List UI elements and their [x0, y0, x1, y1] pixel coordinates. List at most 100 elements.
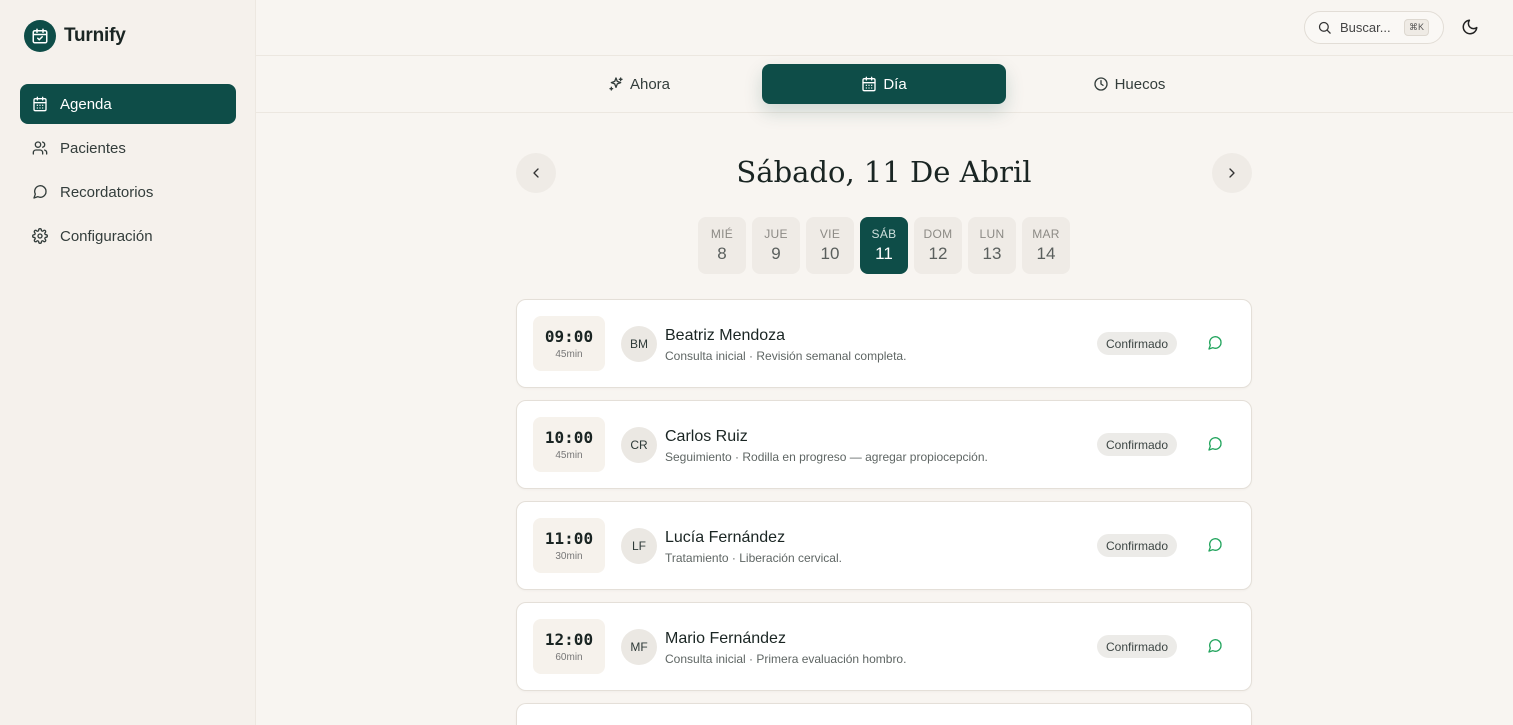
time-slot: 12:00 60min — [533, 619, 605, 674]
status-badge: Confirmado — [1097, 433, 1178, 456]
day-weekday: MAR — [1032, 227, 1060, 241]
tab-label: Ahora — [629, 75, 671, 93]
date-title: Sábado, 11 De Abril — [736, 155, 1032, 189]
day-chip[interactable]: MIÉ 8 — [698, 217, 746, 274]
search-icon — [1318, 21, 1331, 34]
appointment-description: Consulta inicial · Primera evaluación ho… — [665, 652, 907, 666]
day-weekday: DOM — [923, 227, 953, 241]
send-message-button[interactable] — [1207, 537, 1225, 555]
appointment-description: Tratamiento · Liberación cervical. — [665, 551, 842, 565]
brand[interactable]: Turnify — [24, 20, 126, 52]
brand-name: Turnify — [64, 25, 126, 46]
tab-huecos[interactable]: Huecos — [1006, 64, 1252, 104]
calendar-icon — [862, 76, 876, 92]
message-circle-icon — [33, 185, 47, 199]
day-number: 12 — [928, 244, 948, 263]
tab-ahora[interactable]: Ahora — [516, 64, 762, 104]
sidebar-nav: Agenda Pacientes Recordatorios Configura… — [20, 84, 236, 260]
avatar: CR — [621, 427, 657, 463]
sidebar: Turnify Agenda Pacientes Recordatorios C… — [0, 0, 256, 725]
appointment-duration: 30min — [555, 551, 583, 562]
search-button[interactable]: Buscar... ⌘K — [1304, 11, 1444, 44]
patient-name: Mario Fernández — [665, 630, 786, 647]
send-message-button[interactable] — [1207, 638, 1225, 656]
date-navigator: Sábado, 11 De Abril — [516, 153, 1252, 193]
appointment-description: Seguimiento · Rodilla en progreso — agre… — [665, 450, 988, 464]
sidebar-item-configuracion[interactable]: Configuración — [20, 216, 236, 256]
appointment-duration: 45min — [555, 450, 583, 461]
avatar: LF — [621, 528, 657, 564]
day-chip[interactable]: MAR 14 — [1022, 217, 1070, 274]
appointment-time: 10:00 — [544, 428, 594, 447]
gear-icon — [32, 228, 48, 244]
message-circle-icon — [1208, 336, 1222, 350]
appointment-card[interactable]: 12:00 60min MF Mario Fernández Consulta … — [516, 602, 1252, 691]
status-badge: Confirmado — [1097, 635, 1178, 658]
topbar: Buscar... ⌘K — [256, 0, 1513, 56]
status-badge: Confirmado — [1097, 534, 1178, 557]
tab-label: Día — [883, 75, 907, 93]
tab-label: Huecos — [1114, 75, 1166, 93]
appointment-card[interactable]: 11:00 30min LF Lucía Fernández Tratamien… — [516, 501, 1252, 590]
shortcut-hint: ⌘K — [1403, 19, 1429, 36]
avatar: MF — [621, 629, 657, 665]
appointment-duration: 60min — [555, 652, 583, 663]
appointment-time: 12:00 — [544, 630, 594, 649]
day-weekday: VIE — [819, 227, 841, 241]
calendar-icon — [33, 96, 47, 112]
appointment-time: 09:00 — [544, 327, 594, 346]
day-number: 14 — [1036, 244, 1056, 263]
sidebar-item-pacientes[interactable]: Pacientes — [20, 128, 236, 168]
day-number: 10 — [820, 244, 840, 263]
day-weekday: SÁB — [871, 227, 897, 241]
sparkles-icon — [609, 77, 623, 91]
day-chip[interactable]: VIE 10 — [806, 217, 854, 274]
patient-name: Beatriz Mendoza — [665, 327, 786, 344]
users-icon — [32, 141, 48, 155]
moon-icon — [1462, 19, 1478, 35]
sidebar-item-label: Agenda — [60, 95, 112, 113]
time-slot: 09:00 45min — [533, 316, 605, 371]
sidebar-item-recordatorios[interactable]: Recordatorios — [20, 172, 236, 212]
day-number: 9 — [771, 244, 781, 263]
day-number: 13 — [982, 244, 1002, 263]
status-badge: Confirmado — [1097, 332, 1178, 355]
day-chip[interactable]: LUN 13 — [968, 217, 1016, 274]
time-slot: 11:00 30min — [533, 518, 605, 573]
message-circle-icon — [1208, 538, 1222, 552]
sidebar-item-label: Configuración — [60, 227, 153, 245]
send-message-button[interactable] — [1207, 436, 1225, 454]
avatar: BM — [621, 326, 657, 362]
time-slot: 10:00 45min — [533, 417, 605, 472]
day-chip[interactable]: DOM 12 — [914, 217, 962, 274]
patient-name: Carlos Ruiz — [665, 428, 748, 445]
clock-icon — [1093, 77, 1108, 91]
appointment-time: 11:00 — [544, 529, 594, 548]
message-circle-icon — [1208, 639, 1222, 653]
calendar-check-icon — [24, 20, 56, 52]
search-label: Buscar... — [1340, 20, 1391, 35]
appointment-card-partial[interactable] — [516, 703, 1252, 725]
day-number: 8 — [717, 244, 727, 263]
next-day-button[interactable] — [1212, 153, 1252, 193]
day-selector: MIÉ 8 JUE 9 VIE 10 SÁB 11 DOM 12 LUN 13 MAR 14 — [698, 217, 1070, 274]
appointment-duration: 45min — [555, 349, 583, 360]
appointment-list: 09:00 45min BM Beatriz Mendoza Consulta … — [516, 299, 1252, 725]
chevron-right-icon — [1229, 168, 1235, 178]
day-weekday: LUN — [979, 227, 1005, 241]
appointment-card[interactable]: 09:00 45min BM Beatriz Mendoza Consulta … — [516, 299, 1252, 388]
day-chip[interactable]: JUE 9 — [752, 217, 800, 274]
appointment-card[interactable]: 10:00 45min CR Carlos Ruiz Seguimiento ·… — [516, 400, 1252, 489]
day-number: 11 — [875, 244, 893, 263]
day-weekday: JUE — [764, 227, 788, 241]
send-message-button[interactable] — [1207, 335, 1225, 353]
sidebar-item-label: Recordatorios — [60, 183, 154, 201]
message-circle-icon — [1208, 437, 1222, 451]
sidebar-item-agenda[interactable]: Agenda — [20, 84, 236, 124]
theme-toggle-button[interactable] — [1461, 18, 1481, 38]
patient-name: Lucía Fernández — [665, 529, 786, 546]
day-chip-selected[interactable]: SÁB 11 — [860, 217, 908, 274]
appointment-description: Consulta inicial · Revisión semanal comp… — [665, 349, 907, 363]
sidebar-item-label: Pacientes — [60, 139, 126, 157]
tab-dia[interactable]: Día — [762, 64, 1006, 104]
